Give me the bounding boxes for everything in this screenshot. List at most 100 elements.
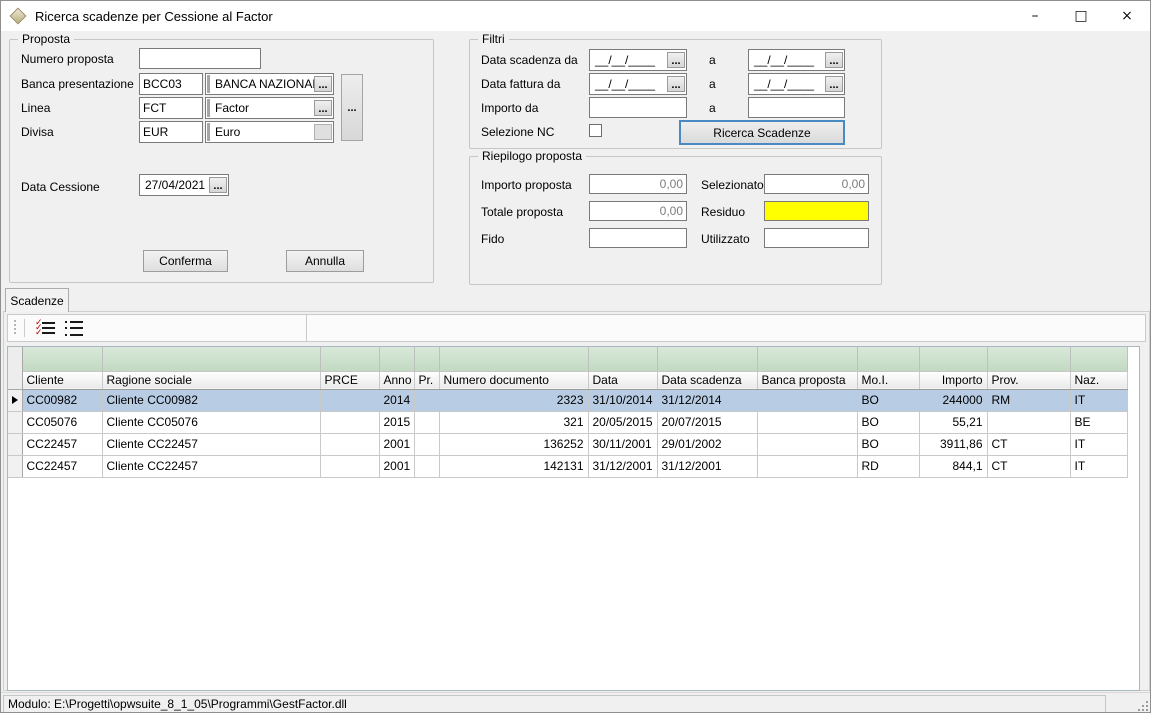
table-row[interactable]: CC00982Cliente CC00982 2014 232331/10/2014… — [8, 389, 1127, 411]
grid-cell[interactable]: BO — [857, 433, 919, 455]
grid-cell[interactable] — [414, 389, 439, 411]
filter-cell-2[interactable] — [320, 347, 379, 371]
grid-cell[interactable]: 20/07/2015 — [657, 411, 757, 433]
row-selector[interactable] — [8, 411, 22, 433]
grid-cell[interactable]: Cliente CC05076 — [102, 411, 320, 433]
grid-cell[interactable]: 142131 — [439, 455, 588, 477]
deselect-all-rows-button[interactable] — [59, 316, 87, 340]
column-header-mo-i-[interactable]: Mo.I. — [857, 371, 919, 389]
linea-lookup-button[interactable]: ... — [314, 100, 332, 116]
select-all-rows-button[interactable]: ✓ ✓ ✓ — [31, 316, 59, 340]
grid-cell[interactable]: CC22457 — [22, 433, 102, 455]
column-header-banca-proposta[interactable]: Banca proposta — [757, 371, 857, 389]
grid-cell[interactable]: 55,21 — [919, 411, 987, 433]
table-row[interactable]: CC22457Cliente CC22457 2001 13625230/11/20… — [8, 433, 1127, 455]
grid-cell[interactable] — [987, 411, 1070, 433]
grid-cell[interactable]: RM — [987, 389, 1070, 411]
numero-proposta-input[interactable] — [139, 48, 261, 69]
grid-cell[interactable]: 20/05/2015 — [588, 411, 657, 433]
grid-cell[interactable] — [757, 455, 857, 477]
close-button[interactable]: × — [1104, 1, 1150, 31]
column-header-cliente[interactable]: Cliente — [22, 371, 102, 389]
grid-cell[interactable]: CC05076 — [22, 411, 102, 433]
linea-desc-field[interactable]: Factor ... — [205, 97, 334, 119]
banca-lookup-button[interactable]: ... — [314, 76, 332, 92]
grid-cell[interactable] — [414, 455, 439, 477]
data-fattura-da-field[interactable]: __/__/____ ... — [589, 73, 687, 95]
importo-a-input[interactable] — [748, 97, 845, 118]
divisa-code-input[interactable] — [139, 121, 203, 143]
ricerca-scadenze-button[interactable]: Ricerca Scadenze — [679, 120, 845, 145]
grid-cell[interactable]: 31/12/2014 — [657, 389, 757, 411]
data-scadenza-a-calendar-button[interactable]: ... — [825, 52, 843, 68]
grid-cell[interactable]: BO — [857, 389, 919, 411]
grid-cell[interactable]: 31/12/2001 — [657, 455, 757, 477]
filter-cell-10[interactable] — [919, 347, 987, 371]
column-header-numero-documento[interactable]: Numero documento — [439, 371, 588, 389]
grid-cell[interactable]: 3911,86 — [919, 433, 987, 455]
grid-cell[interactable]: Cliente CC22457 — [102, 455, 320, 477]
column-header-prce[interactable]: PRCE — [320, 371, 379, 389]
toolbar-grip-handle[interactable] — [13, 320, 17, 336]
filter-cell-3[interactable] — [379, 347, 414, 371]
filter-cell-6[interactable] — [588, 347, 657, 371]
grid-cell[interactable]: CC00982 — [22, 389, 102, 411]
column-header-importo[interactable]: Importo — [919, 371, 987, 389]
grid-cell[interactable]: 2015 — [379, 411, 414, 433]
utilizzato-input[interactable] — [764, 228, 869, 248]
importo-da-input[interactable] — [589, 97, 687, 118]
row-selector-header[interactable] — [8, 347, 22, 389]
data-scadenza-da-calendar-button[interactable]: ... — [667, 52, 685, 68]
grid-cell[interactable]: Cliente CC00982 — [102, 389, 320, 411]
grid-cell[interactable]: 844,1 — [919, 455, 987, 477]
column-header-ragione-sociale[interactable]: Ragione sociale — [102, 371, 320, 389]
grid-cell[interactable]: IT — [1070, 433, 1127, 455]
grid-cell[interactable]: 321 — [439, 411, 588, 433]
filter-cell-4[interactable] — [414, 347, 439, 371]
grid-cell[interactable]: IT — [1070, 455, 1127, 477]
grid-cell[interactable]: BE — [1070, 411, 1127, 433]
grid-cell[interactable] — [320, 433, 379, 455]
filter-cell-0[interactable] — [22, 347, 102, 371]
banca-code-input[interactable] — [139, 73, 203, 95]
data-scadenza-da-field[interactable]: __/__/____ ... — [589, 49, 687, 71]
grid-cell[interactable]: Cliente CC22457 — [102, 433, 320, 455]
grid-cell[interactable]: 2001 — [379, 433, 414, 455]
grid-cell[interactable] — [320, 455, 379, 477]
grid-cell[interactable]: 136252 — [439, 433, 588, 455]
grid-cell[interactable]: 30/11/2001 — [588, 433, 657, 455]
data-fattura-da-calendar-button[interactable]: ... — [667, 76, 685, 92]
column-header-data-scadenza[interactable]: Data scadenza — [657, 371, 757, 389]
filter-cell-12[interactable] — [1070, 347, 1127, 371]
grid-cell[interactable]: 2323 — [439, 389, 588, 411]
grid-cell[interactable]: 31/12/2001 — [588, 455, 657, 477]
selezione-nc-checkbox[interactable] — [589, 124, 602, 137]
row-selector[interactable] — [8, 433, 22, 455]
grid-cell[interactable] — [320, 389, 379, 411]
data-fattura-a-calendar-button[interactable]: ... — [825, 76, 843, 92]
grid-cell[interactable] — [757, 433, 857, 455]
grid-cell[interactable] — [320, 411, 379, 433]
banca-linea-lookup-button[interactable]: ... — [341, 74, 363, 141]
grid-cell[interactable] — [414, 433, 439, 455]
row-selector[interactable] — [8, 389, 22, 411]
grid-cell[interactable]: CT — [987, 433, 1070, 455]
grid-cell[interactable]: 244000 — [919, 389, 987, 411]
column-header-pr-[interactable]: Pr. — [414, 371, 439, 389]
column-header-anno[interactable]: Anno — [379, 371, 414, 389]
conferma-button[interactable]: Conferma — [143, 250, 228, 272]
data-scadenza-a-field[interactable]: __/__/____ ... — [748, 49, 845, 71]
grid-cell[interactable]: 2001 — [379, 455, 414, 477]
grid-cell[interactable]: IT — [1070, 389, 1127, 411]
data-cessione-field[interactable]: 27/04/2021 ... — [139, 174, 229, 196]
table-row[interactable]: CC22457Cliente CC22457200114213131/12/20… — [8, 455, 1127, 477]
grid-cell[interactable] — [757, 389, 857, 411]
linea-code-input[interactable] — [139, 97, 203, 119]
grid-cell[interactable]: 31/10/2014 — [588, 389, 657, 411]
filter-cell-8[interactable] — [757, 347, 857, 371]
filter-cell-11[interactable] — [987, 347, 1070, 371]
filter-cell-1[interactable] — [102, 347, 320, 371]
column-header-prov-[interactable]: Prov. — [987, 371, 1070, 389]
grid-cell[interactable]: CT — [987, 455, 1070, 477]
grid-cell[interactable]: 2014 — [379, 389, 414, 411]
